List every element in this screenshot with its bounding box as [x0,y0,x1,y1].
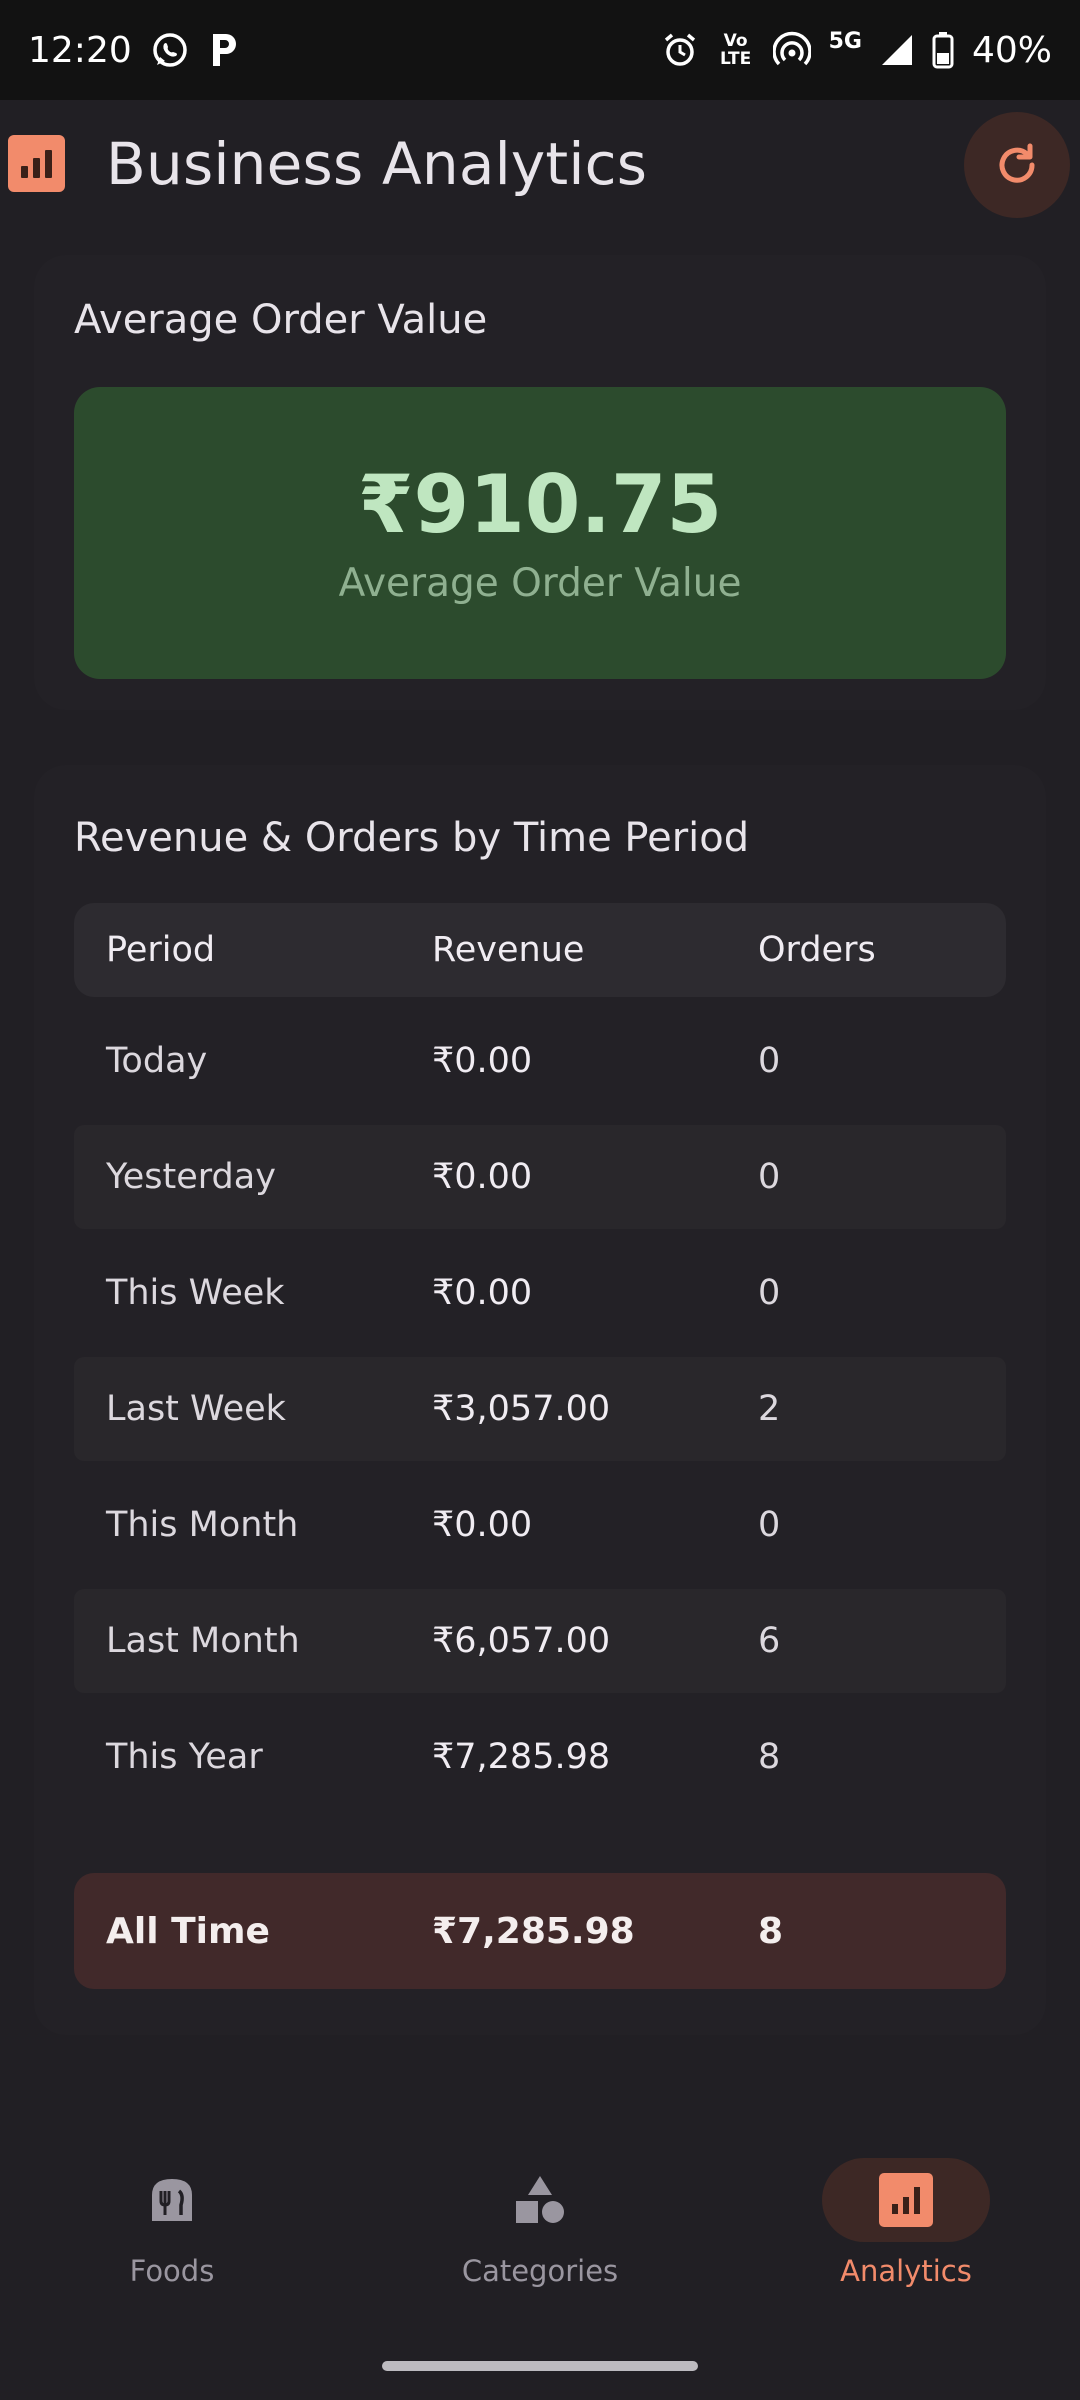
nav-item-categories[interactable]: Categories [420,2158,660,2328]
nav-label-categories: Categories [461,2254,619,2288]
row-orders: 0 [758,1273,781,1313]
row-period: Today [106,1041,208,1081]
revenue-table: Period Revenue Orders Today ₹0.00 0 Yest… [74,903,1006,1809]
nav-label-foods: Foods [129,2254,215,2288]
network-type: 5G [828,29,862,54]
table-row: Yesterday ₹0.00 0 [74,1125,1006,1229]
table-row: This Week ₹0.00 0 [74,1241,1006,1345]
home-indicator[interactable] [382,2361,698,2371]
page-title: Business Analytics [106,130,648,198]
hotspot-icon [772,31,811,69]
restaurant-icon [148,2175,196,2225]
aov-value: ₹910.75 [357,457,723,551]
aov-highlight-box: ₹910.75 Average Order Value [74,387,1006,679]
revenue-orders-card: Revenue & Orders by Time Period Period R… [34,765,1046,2035]
column-header-period: Period [106,930,216,970]
status-time: 12:20 [28,29,132,71]
nav-foods-icon-wrap [88,2158,256,2242]
average-order-value-card: Average Order Value ₹910.75 Average Orde… [34,255,1046,710]
row-revenue: ₹3,057.00 [432,1389,611,1429]
row-period: This Month [106,1505,299,1545]
refresh-icon [992,140,1042,190]
row-period: This Year [106,1737,263,1777]
column-header-orders: Orders [758,930,876,970]
row-revenue: ₹0.00 [432,1041,533,1081]
alarm-icon [661,31,699,69]
volte-icon: Vo LTE [719,31,752,69]
nav-item-analytics[interactable]: Analytics [786,2158,1026,2328]
table-row: Last Week ₹3,057.00 2 [74,1357,1006,1461]
row-orders: 0 [758,1505,781,1545]
row-period: Last Month [106,1621,300,1661]
table-row: Today ₹0.00 0 [74,1009,1006,1113]
nav-categories-icon-wrap [456,2158,624,2242]
app-bar: Business Analytics [0,100,1080,230]
row-period: This Week [106,1273,285,1313]
status-left: 12:20 [28,30,242,71]
refresh-button[interactable] [964,112,1070,218]
row-orders: 8 [758,1737,781,1777]
bottom-navigation: Foods Categories Analytics [0,2130,1080,2400]
nav-label-analytics: Analytics [840,2254,972,2288]
aov-card-title: Average Order Value [74,297,488,343]
row-orders: 2 [758,1389,781,1429]
row-revenue: ₹0.00 [432,1505,533,1545]
status-right: Vo LTE 5G 40% [661,30,1052,71]
table-row: This Month ₹0.00 0 [74,1473,1006,1577]
battery-percent: 40% [971,29,1052,71]
column-header-revenue: Revenue [432,930,585,970]
row-revenue: ₹7,285.98 [432,1737,611,1777]
row-period: Last Week [106,1389,286,1429]
row-orders: 0 [758,1157,781,1197]
nav-item-foods[interactable]: Foods [52,2158,292,2328]
table-row: Last Month ₹6,057.00 6 [74,1589,1006,1693]
row-orders: 0 [758,1041,781,1081]
all-time-total-row: All Time ₹7,285.98 8 [74,1873,1006,1989]
total-period: All Time [106,1910,270,1952]
total-revenue: ₹7,285.98 [432,1910,635,1952]
shapes-icon [513,2173,567,2227]
row-revenue: ₹6,057.00 [432,1621,611,1661]
row-orders: 6 [758,1621,781,1661]
analytics-icon [879,2173,933,2227]
table-header: Period Revenue Orders [74,903,1006,997]
table-row: This Year ₹7,285.98 8 [74,1705,1006,1809]
signal-icon [880,33,914,67]
row-revenue: ₹0.00 [432,1273,533,1313]
status-bar: 12:20 Vo LTE 5G 40% [0,0,1080,100]
total-orders: 8 [758,1910,784,1952]
aov-label: Average Order Value [338,560,742,606]
battery-icon [932,31,954,69]
nav-analytics-icon-wrap [822,2158,990,2242]
whatsapp-icon [150,30,190,70]
row-revenue: ₹0.00 [432,1157,533,1197]
row-period: Yesterday [106,1157,276,1197]
revenue-card-title: Revenue & Orders by Time Period [74,815,750,861]
analytics-logo-icon [8,135,65,192]
p-app-icon [208,30,242,70]
